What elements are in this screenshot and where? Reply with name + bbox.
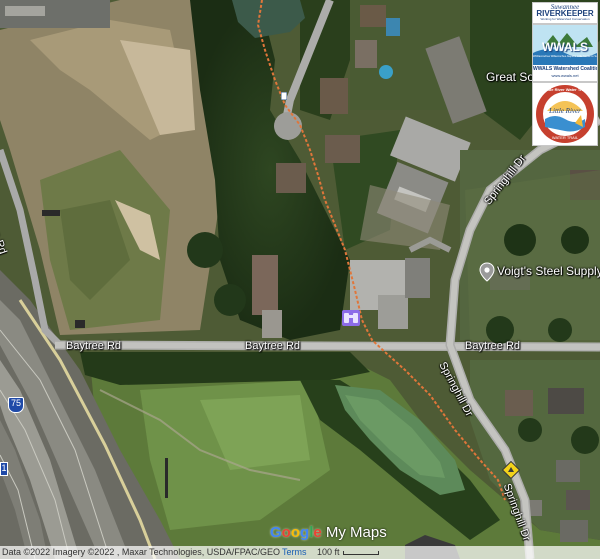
small-pin-icon	[281, 92, 287, 100]
scale-bar	[343, 551, 379, 555]
little-river-water-trail-logo: Little River Water Trail Little River WA…	[532, 82, 598, 146]
attribution-bar: Data ©2022 Imagery ©2022 , Maxar Technol…	[0, 546, 600, 559]
my-maps-text: My Maps	[321, 524, 387, 541]
suwannee-logo-tagline: Working for Watershed Conservation	[540, 17, 590, 21]
location-pin-icon	[479, 262, 495, 282]
interstate-shield-partial: 1	[0, 462, 8, 476]
google-letter-e: e	[313, 524, 322, 541]
satellite-map[interactable]: Baytree Rd Baytree Rd Baytree Rd Baytree…	[0, 0, 600, 559]
scale-label: 100 ft	[317, 547, 340, 557]
little-river-logo-name: Little River	[549, 107, 581, 115]
baytree-rd-label-mid: Baytree Rd	[245, 340, 301, 352]
terms-link[interactable]: Terms	[282, 547, 307, 557]
attribution-text: Data ©2022 Imagery ©2022 , Maxar Technol…	[2, 547, 281, 557]
google-my-maps-logo: Google My Maps	[270, 524, 387, 541]
warning-icon	[502, 461, 520, 479]
binoculars-marker[interactable]	[341, 309, 361, 327]
wwals-logo: WWALS Withlacoochee Willacoochee Alapaha…	[532, 24, 598, 82]
google-letter-g: G	[270, 524, 282, 541]
little-river-logo-arc: Little River Water Trail	[543, 87, 587, 92]
binoculars-icon	[342, 310, 360, 326]
voigts-steel-supply-label: Voigt's Steel Supply	[497, 264, 600, 278]
google-letter-o1: o	[281, 524, 291, 541]
baytree-rd-label-east: Baytree Rd	[465, 340, 521, 352]
warning-marker[interactable]	[502, 461, 520, 479]
wwals-logo-name: WWALS	[542, 40, 588, 54]
map-pin-small[interactable]	[281, 92, 287, 100]
google-letter-o2: o	[290, 524, 301, 541]
suwannee-riverkeeper-logo: Suwannee RIVERKEEPER Working for Watersh…	[532, 2, 598, 24]
wwals-logo-url: www.wwals.net	[551, 73, 579, 78]
baytree-rd-label-west: Baytree Rd	[66, 340, 122, 352]
wwals-logo-caption: WWALS Watershed Coalition	[533, 66, 598, 72]
google-letter-g2: g	[300, 524, 310, 541]
interstate-shield: 75	[8, 397, 24, 413]
wwals-logo-sub: Withlacoochee Willacoochee Alapaha Littl…	[533, 55, 597, 58]
little-river-logo-sub: WATER TRAIL	[551, 135, 579, 140]
interstate-shield-partial-number: 1	[1, 463, 7, 473]
interstate-shield-number: 75	[10, 398, 21, 408]
